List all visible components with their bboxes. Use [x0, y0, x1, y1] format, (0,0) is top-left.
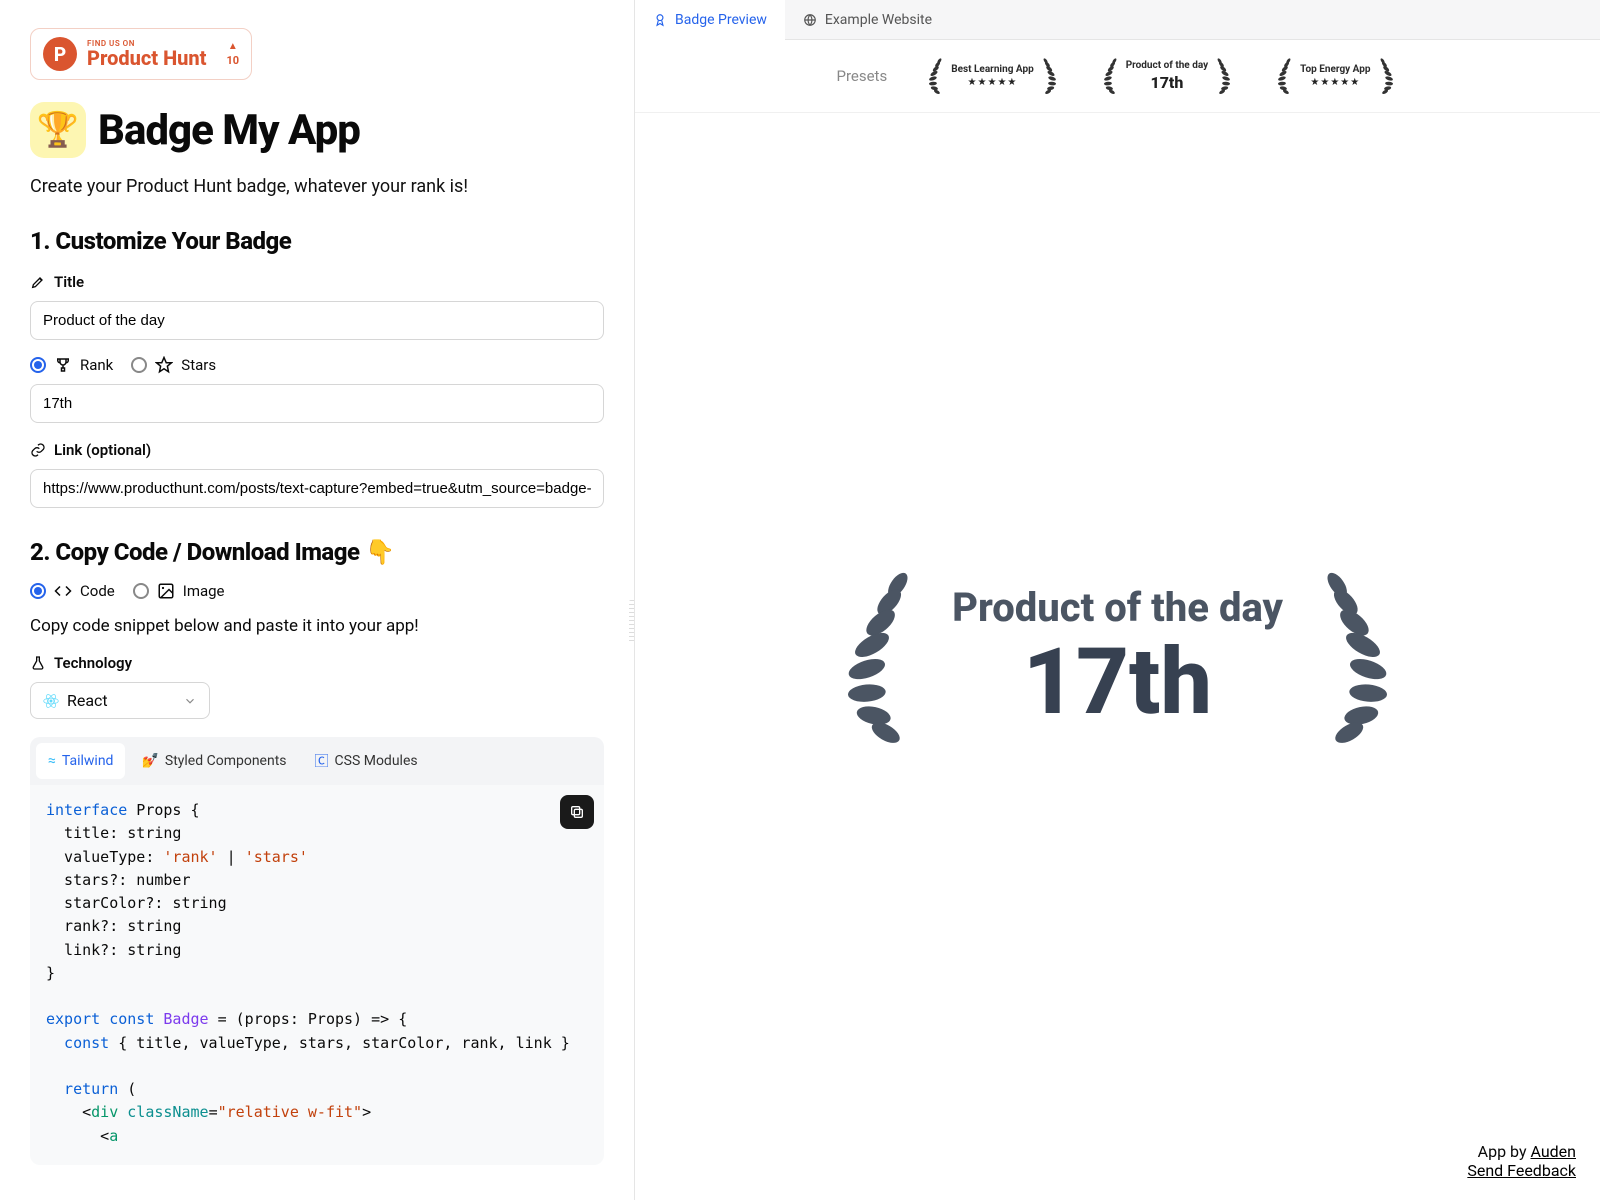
title-label: Title: [54, 273, 84, 291]
copy-icon: [569, 804, 585, 820]
technology-select[interactable]: React: [30, 682, 210, 719]
preset-best-learning[interactable]: Best Learning App ★★★★★: [923, 58, 1061, 94]
tab-styled-components[interactable]: 💅 Styled Components: [129, 743, 298, 779]
link-label: Link (optional): [54, 441, 151, 459]
globe-icon: [803, 13, 817, 27]
preset-stars: ★★★★★: [968, 77, 1018, 88]
pencil-icon: [30, 274, 46, 290]
upvote-arrow-icon: ▲: [228, 41, 238, 52]
rank-label: Rank: [80, 356, 113, 374]
tab-tailwind-label: Tailwind: [62, 753, 114, 769]
preset-title: Top Energy App: [1300, 64, 1370, 75]
tab-css-label: CSS Modules: [335, 753, 418, 769]
tab-example-website[interactable]: Example Website: [785, 0, 950, 39]
tab-badge-preview-label: Badge Preview: [675, 12, 767, 28]
badge-title: Product of the day: [952, 584, 1283, 631]
preset-rank: 17th: [1150, 73, 1183, 92]
app-tagline: Create your Product Hunt badge, whatever…: [30, 176, 604, 197]
product-hunt-logo-icon: P: [43, 37, 77, 71]
footer-author-link[interactable]: Auden: [1530, 1142, 1576, 1161]
preset-product-of-day[interactable]: Product of the day 17th: [1098, 58, 1236, 94]
tab-css-modules[interactable]: 🄲 CSS Modules: [303, 743, 430, 779]
laurel-left-icon: [822, 571, 922, 743]
presets-label: Presets: [837, 67, 888, 85]
badge-preview: Product of the day 17th: [822, 571, 1413, 743]
tailwind-icon: ≈: [48, 753, 56, 769]
react-icon: [43, 693, 59, 709]
link-input[interactable]: [30, 469, 604, 508]
preset-stars: ★★★★★: [1310, 77, 1360, 88]
tab-badge-preview[interactable]: Badge Preview: [635, 0, 785, 40]
image-label: Image: [183, 582, 225, 600]
app-trophy-icon: 🏆: [30, 102, 86, 158]
ph-name-label: Product Hunt: [87, 48, 207, 68]
copy-hint: Copy code snippet below and paste it int…: [30, 616, 604, 636]
technology-label: Technology: [54, 654, 132, 672]
section1-heading: 1. Customize Your Badge: [30, 227, 604, 255]
footer-by-prefix: App by: [1478, 1142, 1531, 1161]
image-icon: [157, 582, 175, 600]
tab-example-website-label: Example Website: [825, 12, 932, 28]
app-title: Badge My App: [98, 106, 360, 155]
code-tabs: ≈ Tailwind 💅 Styled Components 🄲 CSS Mod…: [30, 737, 604, 785]
section2-heading: 2. Copy Code / Download Image 👇: [30, 538, 604, 566]
title-input[interactable]: [30, 301, 604, 340]
radio-stars[interactable]: Stars: [131, 356, 216, 374]
radio-code[interactable]: Code: [30, 582, 115, 600]
css-icon: 🄲: [315, 751, 329, 771]
badge-rank: 17th: [1023, 637, 1212, 729]
laurel-right-icon: [1313, 571, 1413, 743]
chevron-down-icon: [183, 694, 197, 708]
award-icon: [653, 13, 667, 27]
preview-tabs: Badge Preview Example Website: [635, 0, 1600, 40]
trophy-icon: [54, 356, 72, 374]
flask-icon: [30, 655, 46, 671]
technology-value: React: [67, 691, 108, 710]
link-icon: [30, 442, 46, 458]
code-snippet[interactable]: interface Props { title: string valueTyp…: [30, 785, 604, 1165]
footer-feedback-link[interactable]: Send Feedback: [1467, 1161, 1576, 1180]
tab-tailwind[interactable]: ≈ Tailwind: [36, 743, 125, 779]
rank-input[interactable]: [30, 384, 604, 423]
preset-title: Product of the day: [1126, 60, 1208, 71]
stars-label: Stars: [181, 356, 216, 374]
product-hunt-widget[interactable]: P FIND US ON Product Hunt ▲ 10: [30, 28, 252, 80]
upvote-count: 10: [227, 54, 240, 67]
radio-image[interactable]: Image: [133, 582, 225, 600]
star-icon: [155, 356, 173, 374]
code-label: Code: [80, 582, 115, 600]
styled-icon: 💅: [141, 753, 158, 769]
tab-styled-label: Styled Components: [165, 753, 287, 769]
code-icon: [54, 582, 72, 600]
copy-code-button[interactable]: [560, 795, 594, 829]
preset-top-energy[interactable]: Top Energy App ★★★★★: [1272, 58, 1398, 94]
preset-title: Best Learning App: [951, 64, 1033, 75]
radio-rank[interactable]: Rank: [30, 356, 113, 374]
